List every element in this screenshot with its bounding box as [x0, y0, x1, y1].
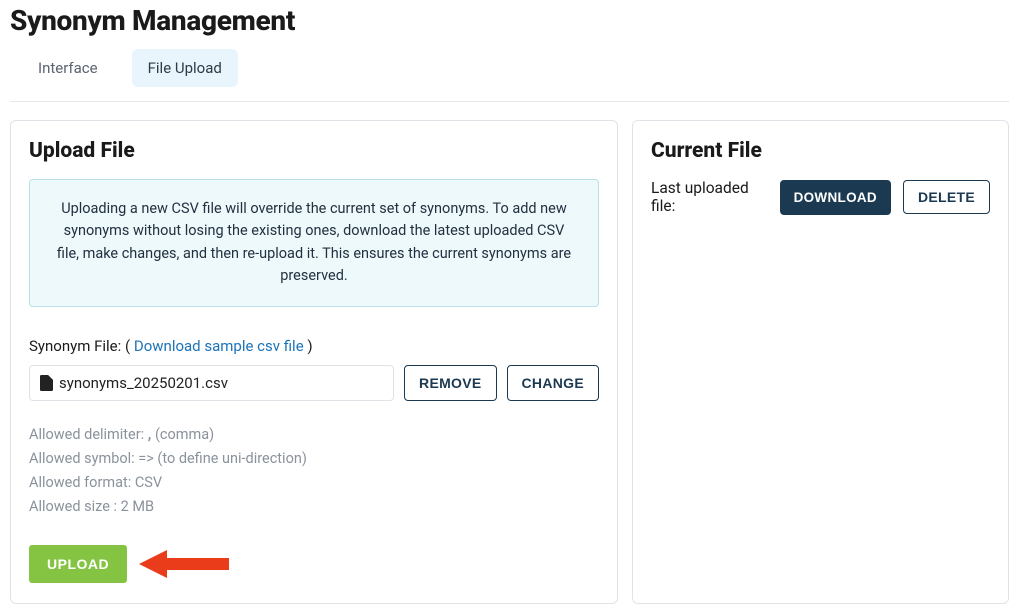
- file-icon: [40, 375, 53, 391]
- selected-file-name: synonyms_20250201.csv: [59, 374, 228, 392]
- hint-delimiter-label: Allowed delimiter:: [29, 426, 148, 443]
- hint-delimiter-note: (comma): [151, 426, 214, 443]
- selected-file-display: synonyms_20250201.csv: [29, 365, 394, 401]
- download-button[interactable]: DOWNLOAD: [780, 180, 891, 215]
- pointer-arrow-icon: [139, 548, 229, 580]
- change-button[interactable]: CHANGE: [507, 365, 599, 401]
- hint-delimiter: Allowed delimiter: , (comma): [29, 423, 599, 447]
- upload-hints: Allowed delimiter: , (comma) Allowed sym…: [29, 423, 599, 519]
- hint-size: Allowed size : 2 MB: [29, 495, 599, 519]
- current-file-title: Current File: [651, 139, 990, 163]
- hint-format: Allowed format: CSV: [29, 471, 599, 495]
- tab-interface[interactable]: Interface: [22, 49, 114, 87]
- remove-button[interactable]: REMOVE: [404, 365, 496, 401]
- upload-button[interactable]: UPLOAD: [29, 545, 127, 583]
- synonym-file-label-prefix: Synonym File: (: [29, 337, 134, 355]
- hint-symbol: Allowed symbol: => (to define uni-direct…: [29, 447, 599, 471]
- tabs: Interface File Upload: [10, 49, 1009, 102]
- upload-file-title: Upload File: [29, 139, 599, 163]
- upload-file-card: Upload File Uploading a new CSV file wil…: [10, 120, 618, 604]
- current-file-card: Current File Last uploaded file: DOWNLOA…: [632, 120, 1009, 604]
- last-uploaded-label: Last uploaded file:: [651, 179, 768, 215]
- delete-button[interactable]: DELETE: [903, 180, 990, 214]
- synonym-file-label: Synonym File: ( Download sample csv file…: [29, 337, 599, 355]
- page-title: Synonym Management: [10, 4, 1009, 37]
- synonym-file-label-suffix: ): [304, 337, 313, 355]
- download-sample-link[interactable]: Download sample csv file: [134, 337, 304, 355]
- tab-file-upload[interactable]: File Upload: [132, 49, 238, 87]
- upload-info-box: Uploading a new CSV file will override t…: [29, 179, 599, 307]
